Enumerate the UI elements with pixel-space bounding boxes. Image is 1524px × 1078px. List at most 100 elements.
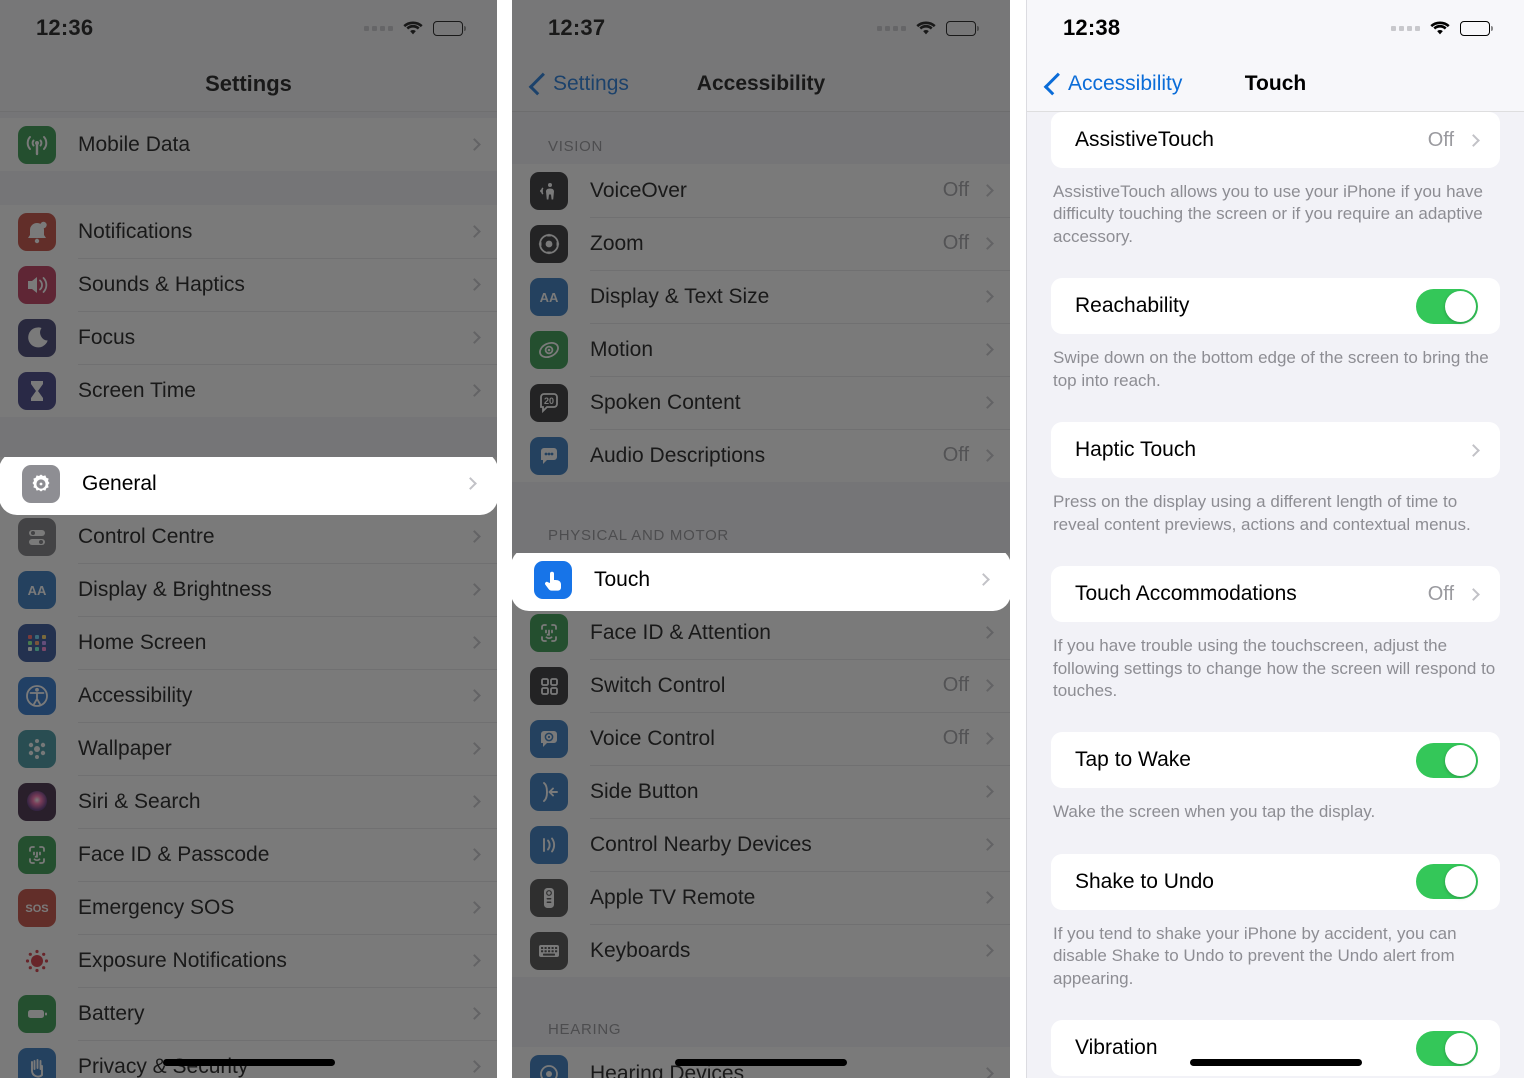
nav-bar: Settings <box>0 56 497 112</box>
settings-row-screen-time[interactable]: Screen Time <box>0 364 497 417</box>
row-label: Screen Time <box>78 378 196 402</box>
accessibility-row-keyboards[interactable]: Keyboards <box>512 924 1010 977</box>
accessibility-row-voiceover[interactable]: VoiceOver Off <box>512 164 1010 217</box>
chevron-right-icon <box>468 530 481 543</box>
touch-row-tap-to-wake[interactable]: Tap to Wake <box>1051 732 1500 788</box>
battery-full-icon <box>433 20 466 36</box>
chevron-right-icon <box>981 679 994 692</box>
screen-time-icon <box>18 371 56 410</box>
accessibility-row-audio-descriptions[interactable]: Audio Descriptions Off <box>512 429 1010 482</box>
back-button[interactable]: Accessibility <box>1043 72 1182 96</box>
svg-text:AA: AA <box>28 583 47 598</box>
row-label: Side Button <box>590 779 699 803</box>
accessibility-row-zoom[interactable]: Zoom Off <box>512 217 1010 270</box>
group-header-hearing: HEARING <box>548 1021 622 1038</box>
accessibility-row-display-text-size[interactable]: AA Display & Text Size <box>512 270 1010 323</box>
touch-row-shake-to-undo[interactable]: Shake to Undo <box>1051 854 1500 910</box>
settings-row-notifications[interactable]: Notifications <box>0 205 497 258</box>
row-value: Off <box>1427 128 1454 151</box>
privacy-hand-icon <box>18 1047 56 1078</box>
accessibility-row-face-id-attention[interactable]: Face ID & Attention <box>512 606 1010 659</box>
row-value: Off <box>942 674 969 696</box>
exposure-notifications-icon <box>18 941 56 980</box>
settings-row-home-screen[interactable]: Home Screen <box>0 616 497 669</box>
chevron-right-icon <box>468 901 481 914</box>
settings-row-sounds-haptics[interactable]: Sounds & Haptics <box>0 258 497 311</box>
motion-icon <box>530 330 568 369</box>
vibration-toggle[interactable] <box>1416 1030 1478 1066</box>
touch-row-vibration[interactable]: Vibration <box>1051 1020 1500 1076</box>
chevron-right-icon <box>468 138 481 151</box>
group-header-vision: VISION <box>548 138 604 155</box>
home-indicator <box>675 1059 847 1066</box>
chevron-right-icon <box>464 477 477 490</box>
settings-row-battery[interactable]: Battery <box>0 987 497 1040</box>
settings-row-siri-search[interactable]: Siri & Search <box>0 775 497 828</box>
settings-row-accessibility[interactable]: Accessibility <box>0 669 497 722</box>
settings-group-connectivity: Mobile Data <box>0 118 497 171</box>
settings-row-control-centre[interactable]: Control Centre <box>0 510 497 563</box>
row-label: General <box>82 471 157 495</box>
reachability-toggle[interactable] <box>1416 288 1478 324</box>
touch-row-assistive-touch[interactable]: AssistiveTouch Off <box>1051 112 1500 168</box>
accessibility-row-apple-tv-remote[interactable]: Apple TV Remote <box>512 871 1010 924</box>
home-screen-icon <box>18 623 56 662</box>
settings-row-face-id-passcode[interactable]: Face ID & Passcode <box>0 828 497 881</box>
row-label: Vibration <box>1075 1036 1158 1060</box>
settings-row-display-brightness[interactable]: AA Display & Brightness <box>0 563 497 616</box>
touch-row-haptic-touch[interactable]: Haptic Touch <box>1051 422 1500 478</box>
card-assistive-touch: AssistiveTouch Off <box>1051 112 1500 168</box>
siri-search-icon <box>18 782 56 821</box>
chevron-right-icon <box>468 954 481 967</box>
toggle-knob <box>1445 744 1476 776</box>
face-id-attention-icon <box>530 613 568 652</box>
row-label: Audio Descriptions <box>590 443 766 467</box>
side-button-icon <box>530 772 568 811</box>
touch-settings-list[interactable]: AssistiveTouch Off AssistiveTouch allows… <box>1027 112 1524 1078</box>
settings-row-mobile-data[interactable]: Mobile Data <box>0 118 497 171</box>
keyboards-icon <box>530 931 568 970</box>
accessibility-row-motion[interactable]: Motion <box>512 323 1010 376</box>
audio-descriptions-icon <box>530 436 568 475</box>
home-indicator <box>162 1059 335 1066</box>
accessibility-row-side-button[interactable]: Side Button <box>512 765 1010 818</box>
settings-row-general[interactable]: General <box>4 457 493 510</box>
settings-row-exposure-notifications[interactable]: Exposure Notifications <box>0 934 497 987</box>
accessibility-row-touch[interactable]: Touch <box>516 553 1006 606</box>
accessibility-row-switch-control[interactable]: Switch Control Off <box>512 659 1010 712</box>
shake-to-undo-toggle[interactable] <box>1416 864 1478 900</box>
settings-list[interactable]: Mobile Data Notifications Sounds & Hapti… <box>0 112 497 1078</box>
settings-row-emergency-sos[interactable]: SOS Emergency SOS <box>0 881 497 934</box>
status-time: 12:38 <box>1063 15 1121 40</box>
settings-row-focus[interactable]: Focus <box>0 311 497 364</box>
control-centre-icon <box>18 517 56 556</box>
touch-row-touch-accommodations[interactable]: Touch Accommodations Off <box>1051 566 1500 622</box>
footnote-shake-to-undo: If you tend to shake your iPhone by acci… <box>1053 923 1457 988</box>
accessibility-row-spoken-content[interactable]: 20 Spoken Content <box>512 376 1010 429</box>
voice-control-icon <box>530 719 568 758</box>
accessibility-list[interactable]: VISION VoiceOver Off Zoom Off AA Display… <box>512 112 1010 1078</box>
zoom-icon <box>530 224 568 263</box>
back-button[interactable]: Settings <box>528 72 629 96</box>
display-brightness-icon: AA <box>18 570 56 609</box>
settings-row-wallpaper[interactable]: Wallpaper <box>0 722 497 775</box>
page-title: Settings <box>205 70 292 96</box>
chevron-right-icon <box>468 1007 481 1020</box>
tap-to-wake-toggle[interactable] <box>1416 742 1478 778</box>
touch-row-reachability[interactable]: Reachability <box>1051 278 1500 334</box>
row-label: Wallpaper <box>78 736 172 760</box>
toggle-knob <box>1445 1032 1476 1064</box>
row-label: Touch Accommodations <box>1075 582 1297 606</box>
chevron-right-icon <box>468 278 481 291</box>
accessibility-row-voice-control[interactable]: Voice Control Off <box>512 712 1010 765</box>
row-label: Face ID & Passcode <box>78 842 270 866</box>
row-label: Zoom <box>590 231 644 255</box>
chevron-right-icon <box>981 732 994 745</box>
toggle-knob <box>1445 290 1476 322</box>
row-label: Switch Control <box>590 673 726 697</box>
chevron-right-icon <box>468 384 481 397</box>
switch-control-icon <box>530 666 568 705</box>
accessibility-row-control-nearby-devices[interactable]: Control Nearby Devices <box>512 818 1010 871</box>
card-shake-to-undo: Shake to Undo <box>1051 853 1500 910</box>
row-label: AssistiveTouch <box>1075 128 1214 151</box>
